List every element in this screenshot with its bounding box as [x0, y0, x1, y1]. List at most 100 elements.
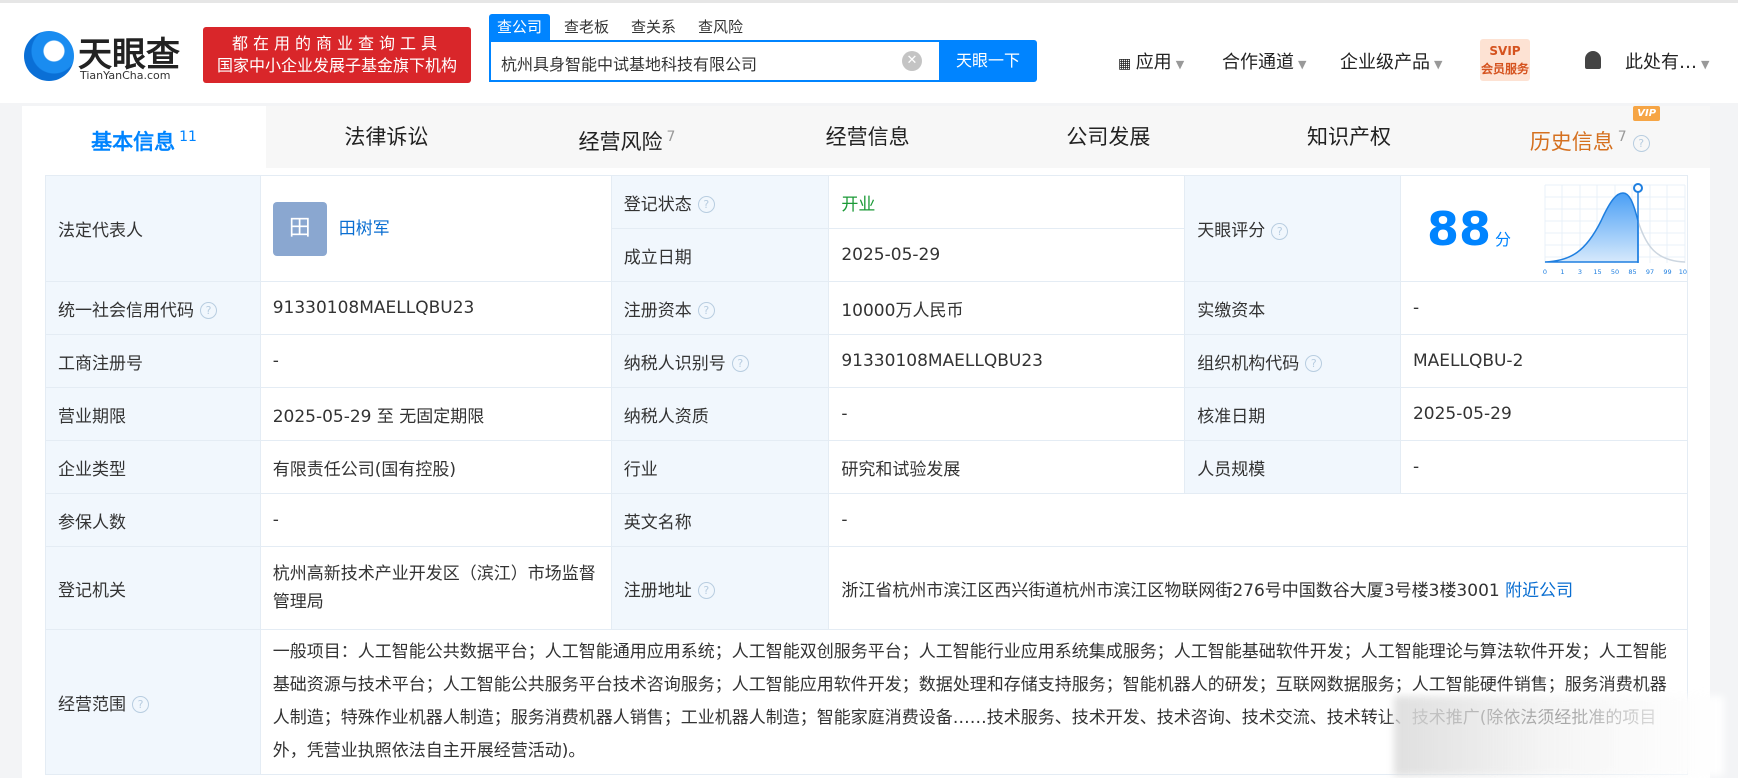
score-tick-label: 3: [1578, 268, 1582, 276]
tab-count: 7: [666, 129, 676, 145]
bell-icon[interactable]: [1585, 51, 1601, 69]
reg-capital: 10000万人民币: [828, 281, 1186, 335]
search-tab-risk[interactable]: 查风险: [690, 14, 751, 40]
basic-info-card: 法定代表人 田田树军 登记状态? 开业 天眼评分? 88 分 0 1 3 15 50 85 9…: [22, 168, 1724, 778]
tab-history[interactable]: 历史信息 7? VIP: [1469, 106, 1710, 168]
biz-reg-no-label: 工商注册号: [45, 334, 261, 388]
insured-label: 参保人数: [45, 493, 261, 547]
svip-button[interactable]: SVIP 会员服务: [1480, 39, 1530, 81]
slogan-banner[interactable]: 都在用的商业查询工具 国家中小企业发展子基金旗下机构: [203, 27, 471, 83]
caret-down-icon: ▼: [1175, 58, 1185, 71]
search-input[interactable]: 杭州具身智能中试基地科技有限公司: [489, 40, 939, 82]
search-button[interactable]: 天眼一下: [939, 40, 1037, 82]
term: 2025-05-29 至 无固定期限: [259, 387, 612, 441]
tab-label: 知识产权: [1307, 125, 1392, 149]
user-menu[interactable]: 此处有… ▼: [1625, 48, 1709, 74]
help-icon[interactable]: ?: [1632, 134, 1650, 152]
approve-date-label: 核准日期: [1184, 387, 1401, 441]
taxpayer-qual-label: 纳税人资质: [610, 387, 830, 441]
taxpayer-qual: -: [828, 387, 1186, 441]
reg-capital-label-cell: 注册资本?: [610, 281, 830, 335]
apps-icon: ▦: [1118, 56, 1136, 72]
taxpayer-id-label-cell: 纳税人识别号?: [610, 334, 830, 388]
blur-overlay: [1394, 696, 1724, 776]
info-table: 法定代表人 田田树军 登记状态? 开业 天眼评分? 88 分 0 1 3 15 50 85 9…: [45, 175, 1689, 775]
tab-count: 11: [179, 129, 197, 145]
search-tab-relation[interactable]: 查关系: [623, 14, 684, 40]
nav-partner[interactable]: 合作通道 ▼: [1222, 48, 1306, 74]
org-code: MAELLQBU-2: [1399, 334, 1689, 388]
credit-code: 91330108MAELLQBU23: [259, 281, 612, 335]
nearby-companies-link[interactable]: 附近公司: [1505, 581, 1573, 601]
score-tick-label: 85: [1628, 268, 1636, 276]
scope-label-cell: 经营范围?: [45, 629, 261, 775]
help-icon[interactable]: ?: [731, 355, 749, 372]
address-cell: 浙江省杭州市滨江区西兴街道杭州市滨江区物联网街276号中国数谷大厦3号楼3楼30…: [828, 546, 1688, 630]
label: 组织机构代码: [1197, 353, 1300, 374]
legal-rep-label: 法定代表人: [45, 175, 261, 282]
clear-icon[interactable]: ✕: [902, 51, 922, 71]
help-icon[interactable]: ?: [697, 582, 715, 599]
tab-basic-info[interactable]: 基本信息 11: [22, 106, 266, 168]
tab-label: 经营信息: [825, 125, 910, 149]
tab-operations[interactable]: 经营信息: [747, 106, 988, 168]
nav-partner-label: 合作通道: [1222, 52, 1294, 73]
credit-code-label-cell: 统一社会信用代码?: [45, 281, 261, 335]
tab-label: 经营风险: [578, 130, 663, 154]
authority-label: 登记机关: [45, 546, 261, 630]
slogan-line2: 国家中小企业发展子基金旗下机构: [216, 56, 457, 75]
label: 经营范围: [58, 694, 126, 715]
score-label-cell: 天眼评分?: [1184, 175, 1401, 282]
tab-label: 历史信息: [1529, 130, 1614, 154]
label: 天眼评分: [1197, 221, 1266, 241]
taxpayer-id: 91330108MAELLQBU23: [828, 334, 1186, 388]
type-label: 企业类型: [45, 440, 261, 494]
vip-badge: VIP: [1633, 106, 1661, 121]
search-tabs: 查公司 查老板 查关系 查风险: [489, 14, 757, 40]
curve-tail: [1637, 220, 1686, 263]
score-value: 88: [1426, 201, 1491, 256]
header: 天眼查 TianYanCha.com 都在用的商业查询工具 国家中小企业发展子基金…: [0, 3, 1738, 103]
nav-apps[interactable]: ▦ 应用 ▼: [1118, 48, 1184, 74]
label: 登记状态: [623, 194, 692, 215]
help-icon[interactable]: ?: [697, 302, 715, 319]
tab-label: 基本信息: [91, 130, 176, 154]
help-icon[interactable]: ?: [200, 302, 217, 319]
biz-reg-no: -: [259, 334, 612, 388]
score-tick-label: 99: [1663, 268, 1671, 276]
score-cell[interactable]: 88分 0 1 3 15 50 85 97 99 100: [1399, 175, 1689, 282]
address-label-cell: 注册地址?: [610, 546, 830, 630]
staff: -: [1399, 440, 1689, 494]
nav-enterprise[interactable]: 企业级产品 ▼: [1340, 48, 1442, 74]
avatar[interactable]: 田: [272, 201, 327, 256]
tab-label: 法律诉讼: [344, 125, 429, 149]
nav-enterprise-label: 企业级产品: [1340, 52, 1430, 73]
logo[interactable]: 天眼查 TianYanCha.com: [24, 27, 194, 83]
type: 有限责任公司(国有控股): [259, 440, 612, 494]
legal-rep-link[interactable]: 田树军: [339, 219, 390, 239]
score-distribution-chart: 0 1 3 15 50 85 97 99 100: [1543, 182, 1687, 276]
caret-down-icon: ▼: [1701, 58, 1710, 71]
tab-legal[interactable]: 法律诉讼: [266, 106, 507, 168]
label: 注册地址: [623, 580, 692, 601]
tab-risk[interactable]: 经营风险 7: [507, 106, 748, 168]
paid-capital: -: [1399, 281, 1689, 335]
tab-development[interactable]: 公司发展: [988, 106, 1229, 168]
paid-capital-label: 实缴资本: [1184, 281, 1401, 335]
help-icon[interactable]: ?: [1271, 222, 1289, 240]
slogan-line1: 都在用的商业查询工具: [231, 34, 442, 53]
label: 纳税人识别号: [623, 353, 726, 374]
search-tab-boss[interactable]: 查老板: [556, 14, 617, 40]
en-name: -: [828, 493, 1688, 547]
help-icon[interactable]: ?: [1305, 355, 1323, 372]
term-label: 营业期限: [45, 387, 261, 441]
help-icon[interactable]: ?: [132, 696, 149, 713]
search-tab-company[interactable]: 查公司: [489, 14, 551, 40]
caret-down-icon: ▼: [1434, 58, 1443, 71]
tab-count: 7: [1617, 129, 1627, 145]
help-icon[interactable]: ?: [697, 196, 715, 213]
label: 注册资本: [623, 300, 692, 321]
tab-ip[interactable]: 知识产权: [1229, 106, 1470, 168]
found-date: 2025-05-29: [828, 228, 1186, 282]
industry: 研究和试验发展: [828, 440, 1186, 494]
